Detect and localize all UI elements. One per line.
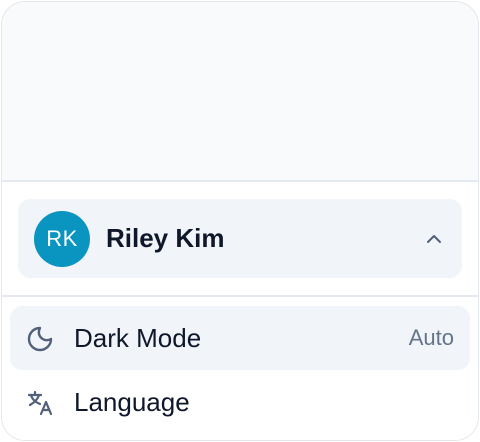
moon-icon	[27, 326, 53, 352]
translate-icon	[27, 390, 53, 416]
user-account-button[interactable]: RK Riley Kim	[18, 199, 462, 278]
settings-menu: Dark Mode Auto Language	[2, 297, 478, 440]
menu-item-language[interactable]: Language	[10, 370, 470, 434]
avatar: RK	[34, 211, 90, 267]
menu-item-label: Language	[74, 387, 190, 417]
menu-item-dark-mode[interactable]: Dark Mode Auto	[10, 306, 470, 370]
user-menu-panel: RK Riley Kim Dark Mode Auto Language	[1, 1, 479, 441]
dark-mode-value: Auto	[408, 325, 454, 350]
panel-content-area	[2, 2, 478, 180]
chevron-up-icon	[427, 235, 441, 243]
menu-item-label: Dark Mode	[74, 323, 202, 353]
user-name: Riley Kim	[106, 223, 225, 253]
user-section: RK Riley Kim	[2, 182, 478, 295]
